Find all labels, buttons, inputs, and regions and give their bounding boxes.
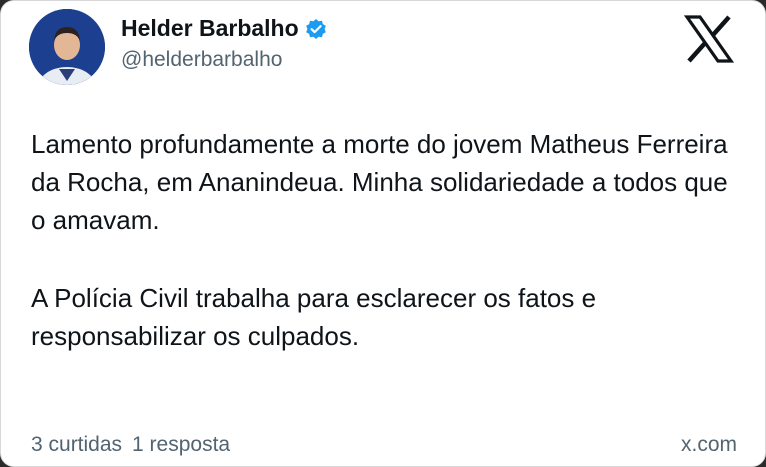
engagement-stats: 3 curtidas 1 resposta (31, 433, 230, 457)
source-link[interactable]: x.com (681, 433, 737, 457)
author-name[interactable]: Helder Barbalho (121, 15, 299, 42)
verified-badge-icon (305, 18, 327, 40)
tweet-card: Helder Barbalho @helderbarbalho Lamento … (0, 0, 766, 467)
tweet-paragraph: Lamento profundamente a morte do jovem M… (31, 129, 728, 235)
tweet-text: Lamento profundamente a morte do jovem M… (31, 125, 731, 355)
tweet-footer: 3 curtidas 1 resposta x.com (31, 433, 737, 457)
author-handle[interactable]: @helderbarbalho (121, 48, 282, 72)
replies-count[interactable]: 1 resposta (132, 433, 230, 457)
avatar[interactable] (29, 9, 105, 85)
tweet-paragraph: A Polícia Civil trabalha para esclarecer… (31, 283, 597, 351)
likes-count[interactable]: 3 curtidas (31, 433, 122, 457)
x-logo-icon[interactable] (683, 13, 735, 65)
author-name-row: Helder Barbalho (121, 15, 327, 42)
